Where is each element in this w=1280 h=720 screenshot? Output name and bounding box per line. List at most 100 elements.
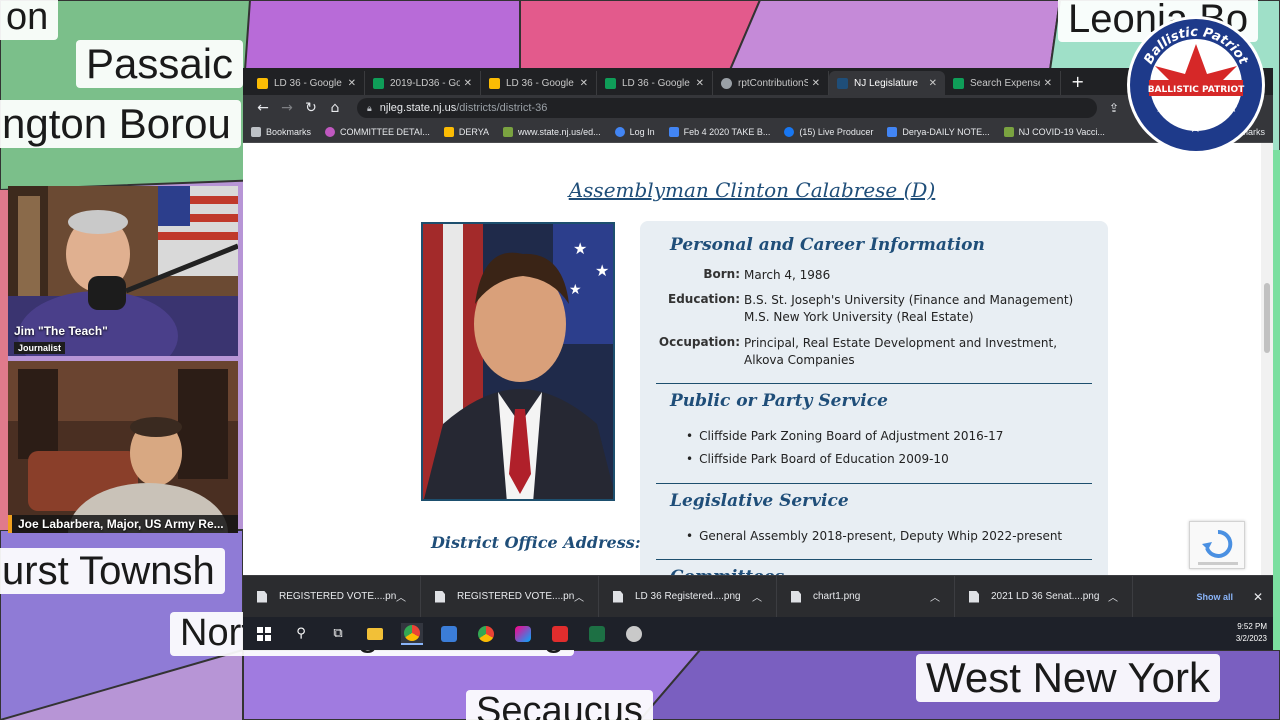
chevron-up-icon[interactable]: ︿ (574, 589, 584, 604)
lock-icon: 🔒︎ (367, 102, 372, 113)
tab-title: LD 36 - Google D (274, 77, 344, 89)
map-label-fragment: on (0, 0, 59, 40)
scroll-thumb[interactable] (1264, 283, 1270, 353)
browser-window: LD 36 - Google D ✕ 2019-LD36 - Goo ✕ LD 36… (243, 68, 1273, 650)
file-explorer-icon[interactable] (364, 623, 386, 645)
download-name: REGISTERED VOTE....png (279, 591, 396, 602)
recaptcha-badge[interactable] (1189, 521, 1245, 569)
windows-start-icon[interactable] (253, 623, 275, 645)
occupation-value: Principal, Real Estate Development and I… (744, 336, 1058, 367)
svg-text:★: ★ (595, 261, 609, 280)
task-view-icon[interactable]: ⧉ (327, 623, 349, 645)
bookmark-item[interactable]: Derya-DAILY NOTE... (887, 126, 990, 137)
guest-video-frame (8, 361, 238, 533)
url-host: njleg.state.nj.us (379, 102, 457, 114)
google-slides-icon (489, 77, 500, 89)
bookmark-item[interactable]: NJ COVID-19 Vacci... (1003, 126, 1105, 137)
chevron-up-icon[interactable]: ︿ (1108, 589, 1118, 604)
bookmark-item[interactable]: DERYA (443, 126, 490, 137)
chevron-up-icon[interactable]: ︿ (752, 589, 762, 604)
born-value: March 4, 1986 (744, 268, 831, 282)
download-item[interactable]: REGISTERED VOTE....png ︿ (421, 575, 599, 618)
address-bar[interactable]: 🔒︎ njleg.state.nj.us/districts/district-… (357, 98, 1097, 118)
tab[interactable]: Search Expense ✕ (945, 71, 1061, 95)
star-icon (251, 126, 261, 137)
download-item[interactable]: 2021 LD 36 Senat....png ︿ (955, 575, 1133, 618)
tab-bar: LD 36 - Google D ✕ 2019-LD36 - Goo ✕ LD 36… (243, 68, 1273, 95)
tab-nj-legislature[interactable]: NJ Legislature ✕ (829, 71, 945, 95)
legislator-name-link[interactable]: Assemblyman Clinton Calabrese (D) (243, 178, 1261, 202)
chrome-icon[interactable] (475, 623, 497, 645)
committees-heading: Committees (670, 567, 784, 575)
show-all-downloads-link[interactable]: Show all (1196, 592, 1233, 602)
acrobat-icon[interactable] (549, 623, 571, 645)
bookmark-item[interactable]: (15) Live Producer (784, 126, 873, 137)
download-item[interactable]: chart1.png ︿ (777, 575, 955, 618)
page-scrollbar[interactable] (1261, 143, 1273, 575)
tab[interactable]: LD 36 - Google D ✕ (249, 71, 365, 95)
folder-icon (443, 126, 454, 137)
bookmark-label: NJ COVID-19 Vacci... (1018, 126, 1105, 137)
close-icon[interactable]: ✕ (1253, 590, 1263, 604)
host-webcam: Jim "The Teach" Journalist (8, 186, 238, 356)
excel-icon[interactable] (586, 623, 608, 645)
bookmark-item[interactable]: COMMITTEE DETAI... (325, 126, 430, 137)
camera-app-icon[interactable] (512, 623, 534, 645)
chevron-up-icon[interactable]: ︿ (930, 589, 940, 604)
public-service-heading: Public or Party Service (670, 391, 888, 411)
bookmark-item[interactable]: Log In (614, 126, 655, 137)
host-title: Journalist (14, 342, 66, 354)
map-label-hurst-township: urst Townsh (0, 548, 225, 594)
bookmark-item[interactable]: Feb 4 2020 TAKE B... (668, 126, 770, 137)
bookmark-label: DERYA (458, 126, 490, 137)
svg-text:★: ★ (573, 239, 587, 258)
close-icon[interactable]: ✕ (464, 78, 472, 89)
map-label-lyndhurst: ngton Borou (0, 100, 241, 149)
bookmark-item[interactable]: Bookmarks (251, 126, 312, 137)
bookmark-label: COMMITTEE DETAI... (340, 126, 430, 137)
logo-banner-text: BALLISTIC PATRIOT (1148, 85, 1245, 95)
search-icon[interactable]: ⚲ (290, 623, 312, 645)
windows-logo (257, 626, 271, 641)
close-icon[interactable]: ✕ (812, 78, 820, 89)
tab-title: LD 36 - Google S (622, 77, 692, 89)
system-clock[interactable]: 9:52 PM 3/2/2023 (1236, 621, 1267, 645)
map-label-west-new-york: West New York (916, 654, 1221, 703)
host-name: Jim "The Teach" (14, 324, 108, 338)
tab-title: rptContributionS (738, 77, 808, 89)
close-icon[interactable]: ✕ (348, 78, 356, 89)
close-icon[interactable]: ✕ (696, 78, 704, 89)
app-icon[interactable] (623, 623, 645, 645)
home-icon[interactable]: ⌂ (323, 100, 347, 116)
tab[interactable]: LD 36 - Google S ✕ (481, 71, 597, 95)
chevron-up-icon[interactable]: ︿ (396, 589, 406, 604)
close-icon[interactable]: ✕ (929, 78, 937, 89)
recaptcha-icon (1198, 529, 1238, 565)
login-icon (614, 126, 625, 137)
tab[interactable]: 2019-LD36 - Goo ✕ (365, 71, 481, 95)
share-icon[interactable]: ⇪ (1109, 101, 1119, 115)
nj-legislature-icon (837, 77, 848, 89)
legislative-service-item: General Assembly 2018-present, Deputy Wh… (686, 529, 1062, 543)
file-icon (435, 590, 445, 603)
forward-icon[interactable]: → (275, 100, 299, 116)
divider (656, 483, 1092, 484)
close-icon[interactable]: ✕ (580, 78, 588, 89)
svg-text:★: ★ (1189, 120, 1202, 136)
download-name: 2021 LD 36 Senat....png (991, 591, 1100, 602)
reload-icon[interactable]: ↻ (299, 100, 323, 116)
legislator-photo: ★ ★ ★ (421, 222, 615, 501)
download-item[interactable]: LD 36 Registered....png ︿ (599, 575, 777, 618)
photo-app-icon[interactable] (438, 623, 460, 645)
bookmark-label: Bookmarks (266, 126, 312, 137)
bookmark-item[interactable]: www.state.nj.us/ed... (503, 126, 601, 137)
back-icon[interactable]: ← (251, 100, 275, 116)
chrome-icon[interactable] (401, 622, 423, 645)
download-item[interactable]: REGISTERED VOTE....png ︿ (243, 575, 421, 618)
clock-date: 3/2/2023 (1235, 634, 1267, 643)
new-tab-button[interactable]: + (1061, 72, 1094, 95)
tab[interactable]: rptContributionS ✕ (713, 71, 829, 95)
tab[interactable]: LD 36 - Google S ✕ (597, 71, 713, 95)
bookmark-label: Log In (629, 126, 655, 137)
close-icon[interactable]: ✕ (1044, 78, 1052, 89)
